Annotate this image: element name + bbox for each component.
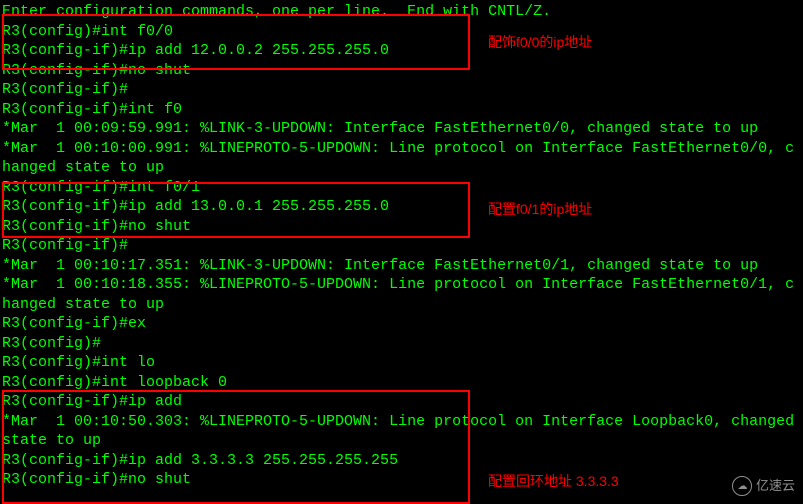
term-line: R3(config-if)#no shut <box>2 61 801 81</box>
term-line: R3(config)# <box>2 334 801 354</box>
watermark-text: 亿速云 <box>756 478 795 495</box>
term-line: *Mar 1 00:10:00.991: %LINEPROTO-5-UPDOWN… <box>2 139 801 178</box>
term-line: R3(config-if)#ex <box>2 314 801 334</box>
term-line: Enter configuration commands, one per li… <box>2 2 801 22</box>
term-line: R3(config-if)# <box>2 80 801 100</box>
term-line: R3(config-if)#ip add 13.0.0.1 255.255.25… <box>2 197 801 217</box>
term-line: R3(config)#int f0/0 <box>2 22 801 42</box>
term-line: R3(config-if)#ip add 12.0.0.2 255.255.25… <box>2 41 801 61</box>
term-line: *Mar 1 00:09:59.991: %LINK-3-UPDOWN: Int… <box>2 119 801 139</box>
term-line: R3(config-if)#ip add <box>2 392 801 412</box>
annotation-f0-0: 配饰f0/0的ip地址 <box>488 33 592 51</box>
term-line: R3(config-if)#ip add 3.3.3.3 255.255.255… <box>2 451 801 471</box>
terminal-output: Enter configuration commands, one per li… <box>2 2 801 490</box>
term-line: *Mar 1 00:10:50.303: %LINEPROTO-5-UPDOWN… <box>2 412 801 451</box>
cloud-icon: ☁ <box>732 476 752 496</box>
term-line: R3(config-if)#no shut <box>2 470 801 490</box>
term-line: *Mar 1 00:10:18.355: %LINEPROTO-5-UPDOWN… <box>2 275 801 314</box>
term-line: R3(config-if)# <box>2 236 801 256</box>
watermark: ☁ 亿速云 <box>732 476 795 496</box>
term-line: R3(config-if)#int f0 <box>2 100 801 120</box>
annotation-loopback: 配置回环地址 3.3.3.3 <box>488 472 619 490</box>
annotation-f0-1: 配置f0/1的ip地址 <box>488 200 592 218</box>
term-line: R3(config)#int lo <box>2 353 801 373</box>
term-line: *Mar 1 00:10:17.351: %LINK-3-UPDOWN: Int… <box>2 256 801 276</box>
term-line: R3(config-if)#int f0/1 <box>2 178 801 198</box>
term-line: R3(config-if)#no shut <box>2 217 801 237</box>
term-line: R3(config)#int loopback 0 <box>2 373 801 393</box>
